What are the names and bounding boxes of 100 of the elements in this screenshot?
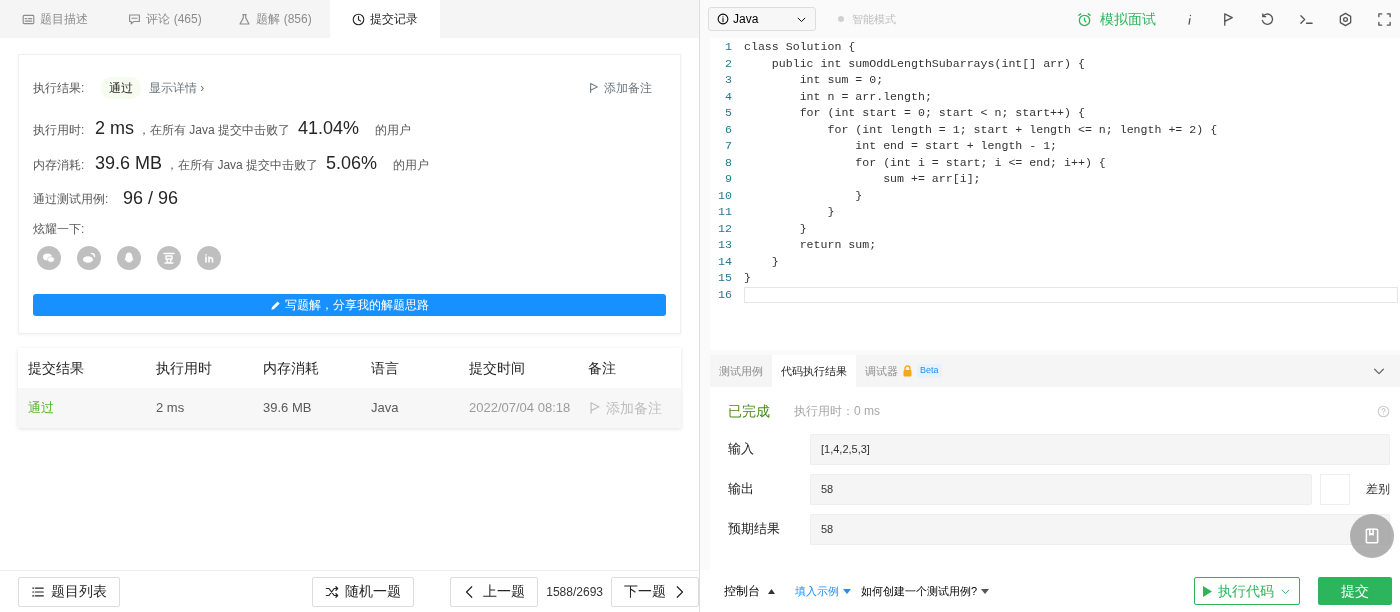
column-header: 提交结果 <box>28 358 85 378</box>
shuffle-icon <box>325 584 340 599</box>
field-label: 输入 <box>728 440 755 459</box>
weibo-icon <box>81 250 97 266</box>
random-button[interactable]: 随机一题 <box>312 576 415 607</box>
line-number: 13 <box>717 237 733 253</box>
stat-value: 2 ms <box>95 117 134 140</box>
column-header: 备注 <box>588 358 617 378</box>
add-note-button[interactable]: 添加备注 <box>582 78 658 98</box>
console-button[interactable]: 控制台 <box>718 581 781 601</box>
code-line: int sum = 0; <box>798 72 885 88</box>
output-field: 58 <box>810 473 1312 505</box>
code-line: for (int length = 1; start + length <= n; length += 2) { <box>826 121 1219 138</box>
flag-icon <box>1221 11 1236 27</box>
notebook-icon <box>1363 527 1381 545</box>
run-code-button[interactable]: 执行代码 <box>1194 577 1300 605</box>
table-cell-text: 2022/07/04 08:18 <box>469 399 572 418</box>
help-link[interactable]: 如何创建一个测试用例? <box>861 582 990 600</box>
problem-list-button[interactable]: 题目列表 <box>18 576 120 607</box>
line-number: 3 <box>724 72 733 88</box>
field-label: 通过测试用例: <box>33 190 110 208</box>
status-pill: 通过 <box>101 77 141 99</box>
code-line: for (int start = 0; start < n; start++) { <box>798 105 1086 121</box>
code-line: } <box>854 187 864 204</box>
caret-icon <box>843 588 851 594</box>
table-cell-text: 2 ms <box>156 399 186 418</box>
toolbar-button[interactable] <box>1338 11 1353 27</box>
info-icon <box>717 13 729 25</box>
percentage: 5.06% <box>326 152 378 175</box>
code-line: public int sumOddLengthSubarrays(int[] arr) { <box>770 55 1086 72</box>
tab[interactable]: 提交记录 <box>330 0 440 38</box>
list-icon <box>31 584 45 599</box>
code-line: int end = start + length - 1; <box>854 138 1059 154</box>
tab[interactable]: 题目描述 <box>0 0 110 38</box>
code-line: class Solution { <box>744 39 857 55</box>
output-field: 58 <box>810 513 1390 545</box>
status-dot-icon <box>838 16 844 22</box>
line-number: 9 <box>724 171 733 187</box>
line-number: 12 <box>717 220 733 237</box>
fullscreen-icon <box>1377 11 1392 27</box>
write-solution-button[interactable]: 写题解，分享我的解题思路 <box>33 294 666 316</box>
output-field: [1,4,2,5,3] <box>810 433 1390 465</box>
code-line: int n = arr.length; <box>798 88 933 105</box>
share-label: 炫耀一下: <box>33 221 86 238</box>
stat-suffix: 的用户 <box>393 157 430 174</box>
code-line: } <box>826 204 836 220</box>
line-number: 14 <box>717 253 733 270</box>
clock-icon <box>352 12 365 26</box>
diff-label: 差别 <box>1366 481 1390 498</box>
field-label: 输出 <box>728 480 755 499</box>
tab[interactable]: 调试器 Beta <box>856 355 951 387</box>
caret-icon <box>981 588 990 594</box>
reset-icon <box>1260 11 1275 27</box>
run-status: 已完成 <box>728 401 770 421</box>
help-icon <box>1377 404 1390 418</box>
mock-interview-button[interactable]: 模拟面试 <box>1071 7 1162 31</box>
fill-example-button[interactable]: 填入示例 <box>795 582 851 600</box>
alarm-clock-icon <box>1077 11 1092 27</box>
line-number: 10 <box>717 187 733 204</box>
toolbar-button[interactable] <box>1260 11 1275 27</box>
problem-counter: 1588/2693 <box>546 583 603 601</box>
line-number: 11 <box>717 204 733 220</box>
stat-text: ，在所有 Java 提交中击败了 <box>138 122 291 139</box>
tab[interactable]: 代码执行结果 <box>772 355 856 387</box>
line-number: 7 <box>724 138 733 154</box>
column-header: 提交时间 <box>469 358 526 378</box>
status-link[interactable]: 通过 <box>28 398 156 418</box>
line-number: 6 <box>724 121 733 138</box>
column-header: 内存消耗 <box>263 358 320 378</box>
code-line: for (int i = start; i <= end; i++) { <box>854 154 1107 171</box>
next-button[interactable]: 下一题 <box>611 576 699 607</box>
field-label: 执行用时: <box>33 122 86 139</box>
tab[interactable]: 评论 (465) <box>110 0 220 38</box>
stat-suffix: 的用户 <box>375 122 412 139</box>
toolbar-button[interactable] <box>1377 11 1392 27</box>
tab[interactable]: 测试用例 <box>710 355 772 387</box>
line-number: 4 <box>724 88 733 105</box>
field-label: 执行结果: <box>33 80 86 97</box>
submit-button[interactable]: 提交 <box>1318 577 1392 605</box>
line-number: 2 <box>724 55 733 72</box>
previous-button[interactable]: 上一题 <box>450 576 539 607</box>
line-number: 16 <box>717 286 733 303</box>
flag-icon <box>588 401 602 415</box>
language-select[interactable]: Java <box>708 7 816 31</box>
code-line: } <box>770 253 780 270</box>
caret-icon <box>768 588 775 594</box>
code-line: return sum; <box>798 237 878 253</box>
flask-icon <box>238 12 252 26</box>
line-number: 5 <box>724 105 733 121</box>
description-icon <box>22 12 35 26</box>
toolbar-button[interactable] <box>1221 11 1236 27</box>
line-number: 1 <box>724 39 733 55</box>
tab[interactable]: 题解 (856) <box>220 0 330 38</box>
column-header: 执行用时 <box>156 358 213 378</box>
pencil-icon <box>270 299 281 311</box>
flag-icon <box>588 82 600 94</box>
table-cell-text: Java <box>371 399 400 418</box>
details-link[interactable]: 显示详情 › <box>149 79 205 97</box>
line-number: 15 <box>717 270 733 286</box>
comment-icon <box>128 12 142 26</box>
